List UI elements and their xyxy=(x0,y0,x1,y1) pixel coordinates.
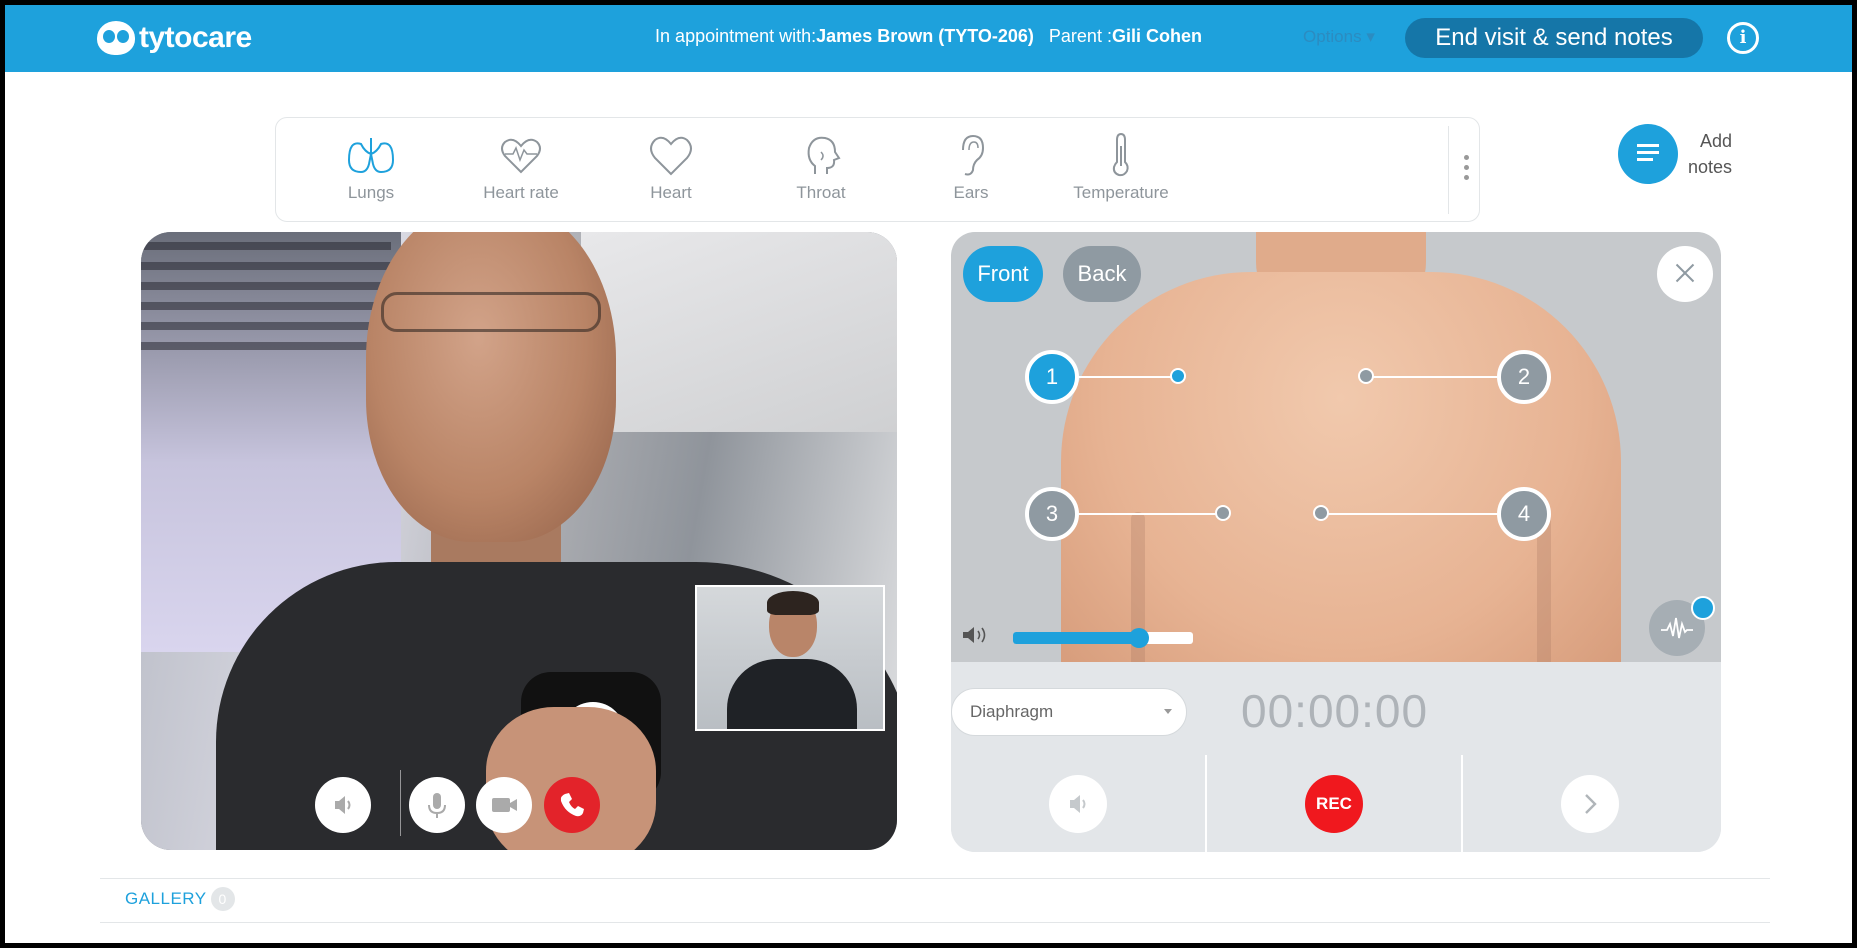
end-visit-button[interactable]: End visit & send notes xyxy=(1405,18,1703,58)
tool-ears[interactable]: Ears xyxy=(891,130,1051,210)
exam-tools-bar: Lungs Heart rate Heart Throat Ears Tempe… xyxy=(275,117,1480,222)
tool-label: Ears xyxy=(953,183,989,202)
auscultation-panel: Front Back 1 2 3 4 Diaphragm 00:00:00 RE… xyxy=(951,232,1721,852)
logo-text: tytocare xyxy=(139,21,252,54)
tool-label: Heart rate xyxy=(483,183,559,202)
volume-slider[interactable] xyxy=(1013,628,1193,648)
microphone-icon xyxy=(428,793,446,818)
microphone-button[interactable] xyxy=(409,777,465,833)
point-1-button[interactable]: 1 xyxy=(1025,350,1079,404)
auscultation-spot-3[interactable] xyxy=(1215,505,1231,521)
parent-prefix: Parent : xyxy=(1048,26,1112,46)
point-4-button[interactable]: 4 xyxy=(1497,487,1551,541)
tool-heart[interactable]: Heart xyxy=(591,130,751,210)
auscultation-spot-4[interactable] xyxy=(1313,505,1329,521)
top-bar: tytocare In appointment with:James Brown… xyxy=(5,5,1852,72)
self-view-video[interactable] xyxy=(695,585,885,731)
close-button[interactable] xyxy=(1657,246,1713,302)
ear-icon xyxy=(962,134,985,176)
video-call-panel xyxy=(141,232,897,850)
back-view-button[interactable]: Back xyxy=(1063,246,1141,302)
body-map: Front Back 1 2 3 4 xyxy=(951,232,1721,662)
next-button[interactable] xyxy=(1561,775,1619,833)
tool-heart-rate[interactable]: Heart rate xyxy=(441,130,601,210)
front-view-button[interactable]: Front xyxy=(963,246,1043,302)
speaker-button[interactable] xyxy=(315,777,371,833)
gallery-count-badge: 0 xyxy=(210,887,235,911)
camera-button[interactable] xyxy=(476,777,532,833)
recording-timer: 00:00:00 xyxy=(1241,685,1429,737)
lungs-icon xyxy=(347,138,395,174)
tool-label: Heart xyxy=(650,183,692,202)
appointment-prefix: In appointment with: xyxy=(655,26,817,46)
tytocare-logo: tytocare xyxy=(97,21,252,55)
more-options-icon[interactable] xyxy=(1456,150,1476,194)
tool-label: Temperature xyxy=(1073,183,1169,202)
settings-badge-icon xyxy=(1691,596,1715,620)
play-sound-button[interactable] xyxy=(1049,775,1107,833)
camera-icon xyxy=(492,798,517,812)
point-3-button[interactable]: 3 xyxy=(1025,487,1079,541)
volume-slider-handle[interactable] xyxy=(1129,628,1149,648)
tool-temperature[interactable]: Temperature xyxy=(1041,130,1201,210)
recording-actions: REC xyxy=(951,755,1721,852)
tool-throat[interactable]: Throat xyxy=(741,130,901,210)
info-icon[interactable]: i xyxy=(1727,22,1759,54)
options-dropdown[interactable]: Options ▾ xyxy=(1303,27,1375,47)
add-notes-label: Add notes xyxy=(1687,131,1732,177)
notes-icon[interactable] xyxy=(1618,124,1678,184)
heart-rate-icon xyxy=(501,138,541,174)
tool-lungs[interactable]: Lungs xyxy=(291,130,451,210)
auscultation-spot-2[interactable] xyxy=(1358,368,1374,384)
tool-label: Throat xyxy=(796,183,846,202)
tool-label: Lungs xyxy=(347,183,395,202)
thermometer-icon xyxy=(1112,132,1129,177)
heart-icon xyxy=(650,136,692,176)
phone-icon xyxy=(560,793,584,817)
add-notes[interactable]: Add notes xyxy=(1618,120,1758,186)
throat-icon xyxy=(807,136,841,174)
app-window: tytocare In appointment with:James Brown… xyxy=(5,5,1852,943)
torso-front-image xyxy=(1061,232,1621,662)
hang-up-button[interactable] xyxy=(544,777,600,833)
patient-name: James Brown (TYTO-206) xyxy=(816,26,1034,46)
speaker-icon xyxy=(1070,795,1086,813)
stethoscope-mode-select[interactable]: Diaphragm xyxy=(951,688,1187,736)
volume-icon xyxy=(963,627,986,643)
owl-logo-icon xyxy=(97,21,135,55)
chevron-down-icon xyxy=(1164,709,1172,714)
point-2-button[interactable]: 2 xyxy=(1497,350,1551,404)
chevron-right-icon xyxy=(1585,794,1597,814)
record-button[interactable]: REC xyxy=(1305,775,1363,833)
speaker-icon xyxy=(335,796,351,814)
auscultation-spot-1[interactable] xyxy=(1170,368,1186,384)
gallery-tab[interactable]: GALLERY 0 xyxy=(125,887,235,911)
toolbar-divider xyxy=(1448,126,1449,214)
parent-name: Gili Cohen xyxy=(1111,26,1202,46)
